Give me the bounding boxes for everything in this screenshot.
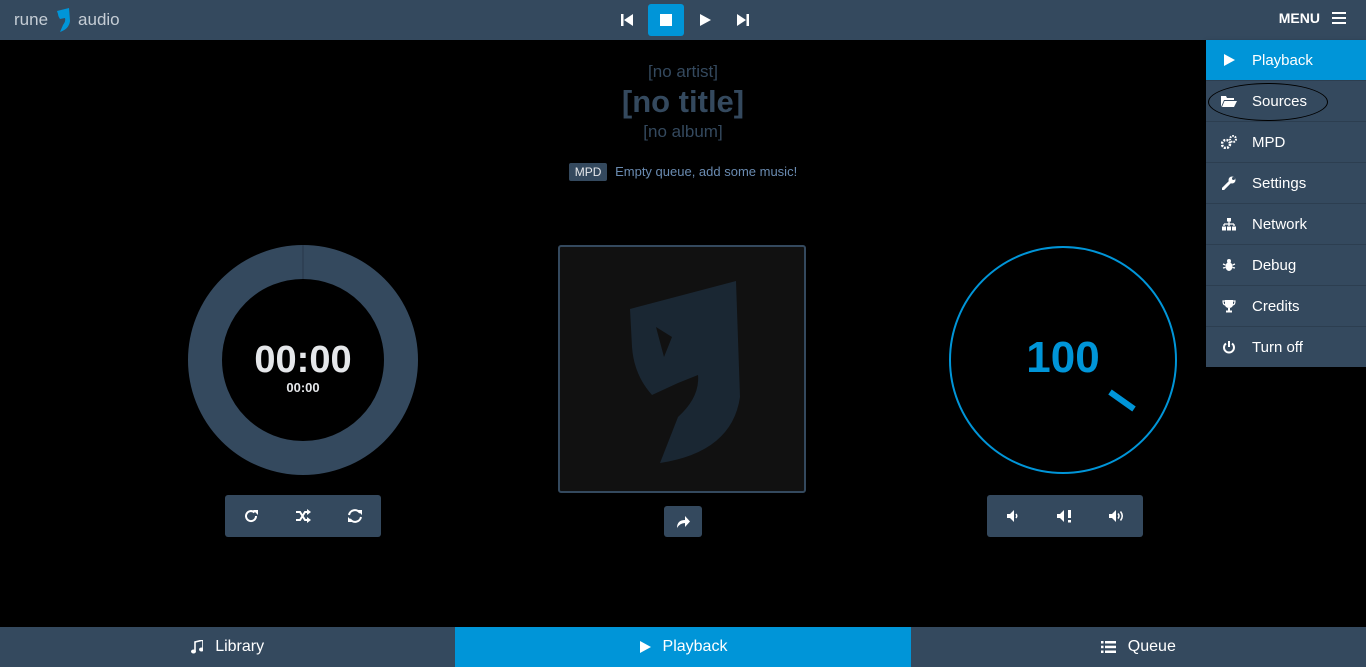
repeat-icon	[245, 510, 258, 523]
menu-item-debug[interactable]: Debug	[1206, 245, 1366, 286]
menu-item-label: Playback	[1252, 51, 1313, 69]
mute-button[interactable]	[1039, 495, 1091, 537]
menu-item-playback[interactable]: Playback	[1206, 40, 1366, 81]
power-icon	[1223, 341, 1235, 354]
volume-up-icon	[1109, 510, 1123, 522]
shuffle-icon	[296, 509, 311, 523]
play-icon	[700, 14, 711, 26]
bug-icon	[1222, 259, 1236, 271]
menu-item-label: Network	[1252, 215, 1308, 233]
status-badge: MPD	[568, 163, 608, 181]
main-menu-dropdown: Playback Sources MPD Settings Network De…	[1206, 40, 1366, 367]
trophy-icon	[1222, 300, 1236, 313]
volume-knob[interactable]: 100	[948, 245, 1178, 475]
menu-item-label: Credits	[1252, 297, 1300, 315]
menu-item-label: Debug	[1252, 256, 1297, 274]
total-time: 00:00	[286, 380, 320, 395]
status-line: MPD Empty queue, add some music!	[0, 163, 1366, 181]
volume-controls	[987, 495, 1143, 537]
menu-item-label: Settings	[1252, 174, 1307, 192]
play-icon	[1224, 54, 1235, 66]
sitemap-icon	[1222, 217, 1236, 230]
tab-label: Playback	[662, 638, 728, 655]
tab-library[interactable]: Library	[0, 627, 455, 667]
menu-button[interactable]: MENU	[1279, 10, 1346, 26]
playback-mode-controls	[225, 495, 381, 537]
menu-label: MENU	[1278, 10, 1320, 26]
menu-item-turn-off[interactable]: Turn off	[1206, 327, 1366, 367]
menu-item-credits[interactable]: Credits	[1206, 286, 1366, 327]
share-button[interactable]	[664, 506, 702, 537]
menu-item-network[interactable]: Network	[1206, 204, 1366, 245]
hamburger-icon	[1332, 12, 1346, 24]
single-repeat-button[interactable]	[329, 495, 381, 537]
album-cover	[558, 245, 806, 493]
menu-item-label: Turn off	[1252, 338, 1303, 356]
list-icon	[1100, 641, 1116, 653]
logo-text-right: audio	[78, 10, 120, 29]
track-title: [no title]	[621, 84, 745, 119]
skip-forward-icon	[737, 14, 749, 26]
elapsed-time: 00:00	[254, 339, 352, 381]
wrench-icon	[1222, 176, 1236, 190]
shuffle-button[interactable]	[277, 495, 329, 537]
volume-level: 100	[1026, 333, 1100, 382]
menu-item-mpd[interactable]: MPD	[1206, 122, 1366, 163]
skip-back-icon	[621, 14, 633, 26]
time-readout: 00:00 00:00	[188, 340, 418, 395]
tab-queue[interactable]: Queue	[911, 627, 1366, 667]
stop-button[interactable]	[648, 4, 684, 36]
track-info: [no artist] [no title] [no album]	[0, 60, 1366, 144]
menu-item-label: Sources	[1252, 92, 1308, 110]
tab-playback[interactable]: Playback	[455, 627, 911, 667]
album-name: [no album]	[643, 122, 723, 141]
artist-name: [no artist]	[648, 62, 718, 81]
next-button[interactable]	[726, 4, 760, 36]
tab-label: Library	[215, 638, 265, 655]
rune-logo-icon	[630, 281, 740, 463]
refresh-icon	[348, 509, 362, 523]
top-bar: rune audio MENU	[0, 0, 1366, 40]
repeat-button[interactable]	[225, 495, 277, 537]
menu-item-label: MPD	[1252, 133, 1286, 151]
previous-button[interactable]	[610, 4, 644, 36]
volume-down-icon	[1007, 510, 1018, 522]
logo[interactable]: rune audio	[14, 8, 120, 32]
time-knob[interactable]: 00:00 00:00	[188, 245, 418, 475]
bottom-nav: Library Playback Queue	[0, 627, 1366, 667]
status-message: Empty queue, add some music!	[615, 164, 798, 179]
logo-text-left: rune	[14, 10, 49, 29]
menu-item-sources[interactable]: Sources	[1206, 81, 1366, 122]
play-icon	[639, 641, 651, 653]
share-icon	[677, 515, 690, 528]
music-note-icon	[191, 640, 204, 654]
stop-icon	[660, 14, 672, 26]
tab-label: Queue	[1127, 638, 1176, 655]
rune-logo-icon	[57, 8, 71, 32]
transport-controls	[610, 4, 760, 36]
play-button[interactable]	[688, 4, 722, 36]
folder-open-icon	[1221, 96, 1237, 107]
menu-item-settings[interactable]: Settings	[1206, 163, 1366, 204]
volume-down-button[interactable]	[987, 495, 1039, 537]
volume-up-button[interactable]	[1091, 495, 1143, 537]
gears-icon	[1221, 135, 1237, 149]
volume-mute-icon	[1057, 510, 1071, 523]
